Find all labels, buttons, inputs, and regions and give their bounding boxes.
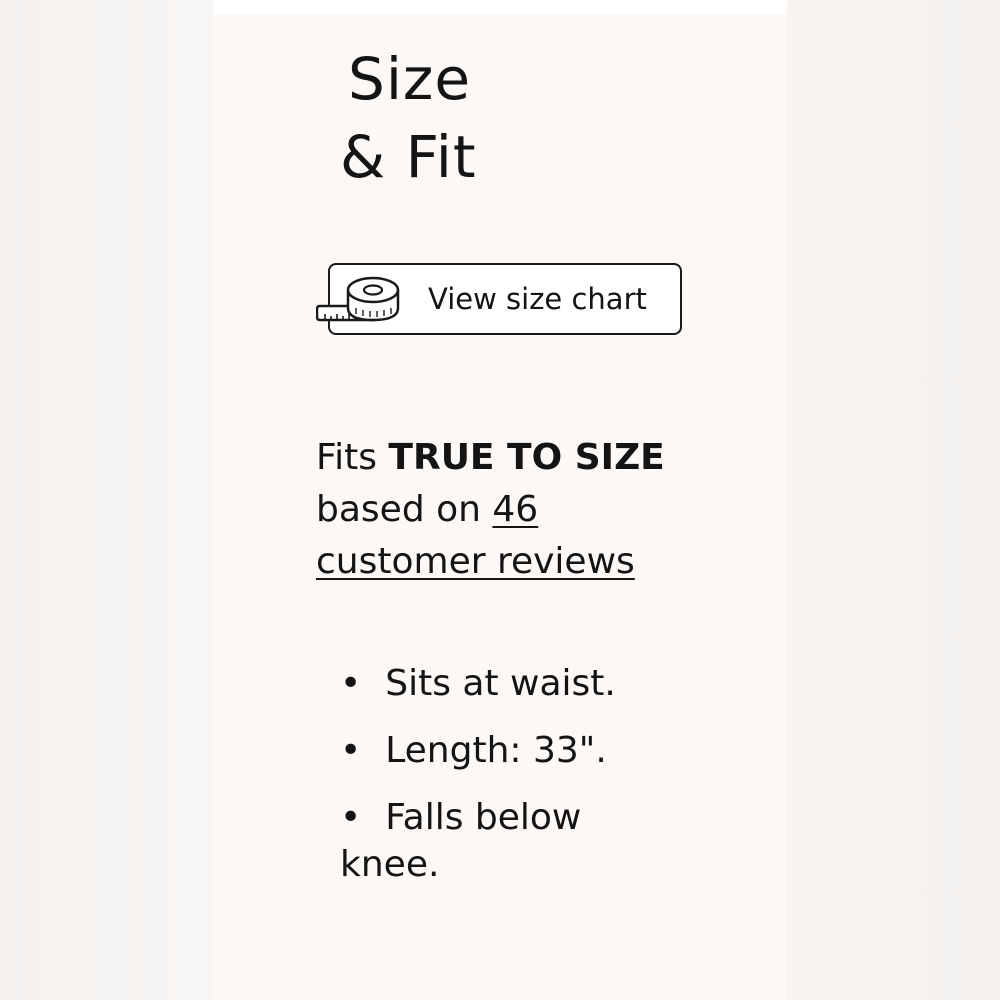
customer-reviews-link[interactable]: customer reviews	[316, 541, 635, 582]
bullet-icon: •	[340, 730, 362, 771]
measuring-tape-icon	[316, 276, 400, 322]
section-title-line1: Size	[348, 45, 472, 113]
bullet-icon: •	[340, 797, 362, 838]
section-title: Size & Fit	[340, 40, 477, 196]
fit-summary: Fits TRUE TO SIZE based on 46 customer r…	[316, 432, 676, 588]
fit-details-list: • Sits at waist. • Length: 33". • Falls bel…	[340, 660, 660, 908]
review-count-link[interactable]: 46	[492, 489, 538, 530]
list-item: • Falls below knee.	[340, 794, 660, 888]
top-bar	[213, 0, 787, 14]
list-item: • Sits at waist.	[340, 660, 660, 707]
list-item: • Length: 33".	[340, 727, 660, 774]
detail-text: Sits at waist.	[385, 663, 616, 704]
section-title-line2: & Fit	[340, 123, 477, 191]
bullet-icon: •	[340, 663, 362, 704]
detail-text: Length: 33".	[385, 730, 607, 771]
fit-value: TRUE TO SIZE	[388, 437, 665, 478]
based-on-text: based on	[316, 489, 481, 530]
fit-prefix: Fits	[316, 437, 377, 478]
view-size-chart-label: View size chart	[428, 282, 647, 316]
detail-text: Falls below knee.	[340, 797, 582, 885]
